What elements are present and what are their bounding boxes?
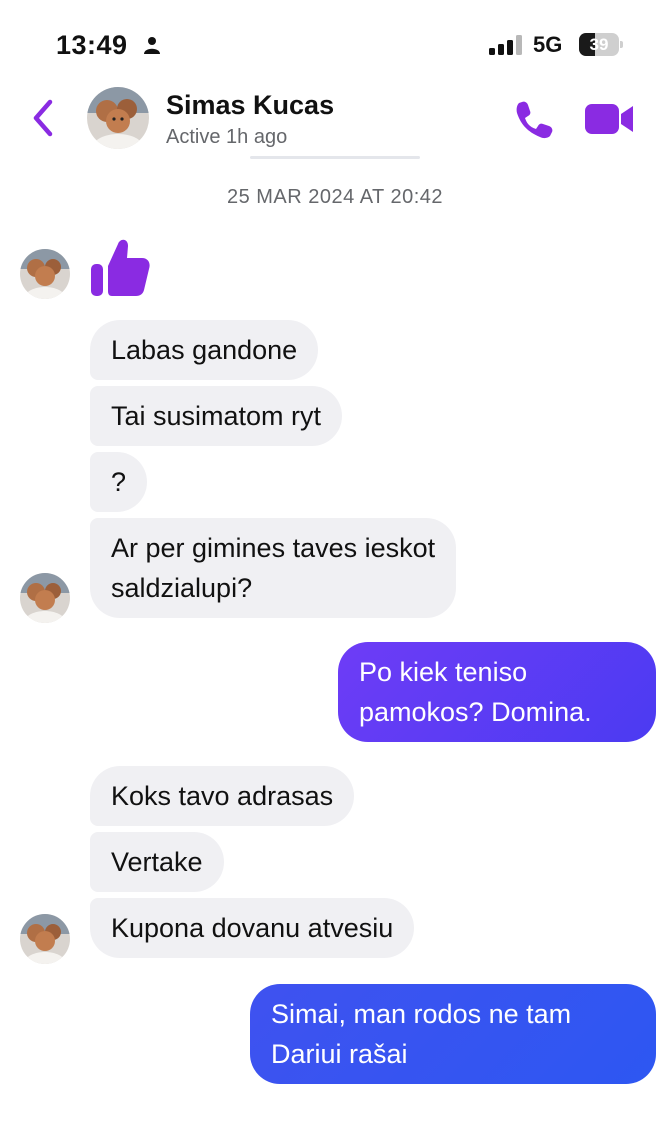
back-button[interactable] bbox=[26, 96, 60, 140]
message-text: Vertake bbox=[111, 847, 203, 877]
avatar[interactable] bbox=[87, 87, 149, 149]
contact-name[interactable]: Simas Kucas bbox=[166, 90, 334, 121]
battery-icon: 39 bbox=[579, 33, 623, 56]
avatar bbox=[20, 249, 70, 299]
message-bubble-outgoing[interactable]: Po kiek teniso pamokos? Domina. bbox=[338, 642, 656, 742]
message-text: Labas gandone bbox=[111, 335, 298, 365]
message-text: Dariui rašai bbox=[271, 1039, 408, 1069]
video-camera-icon[interactable] bbox=[585, 102, 635, 136]
message-bubble-incoming[interactable]: Tai susimatom ryt bbox=[90, 386, 343, 446]
message-text: Po kiek teniso bbox=[359, 657, 528, 687]
status-bar: 13:49 5G 39 bbox=[0, 0, 670, 80]
message-text: Kupona dovanu atvesiu bbox=[111, 913, 394, 943]
contact-status: Active 1h ago bbox=[166, 126, 288, 148]
avatar bbox=[20, 914, 70, 964]
message-bubble-incoming[interactable]: Vertake bbox=[90, 832, 224, 892]
message-bubble-incoming[interactable]: ? bbox=[90, 452, 148, 512]
message-text: Ar per gimines taves ieskot bbox=[111, 533, 436, 563]
message-bubble-incoming[interactable]: Labas gandone bbox=[90, 320, 319, 380]
message-text: pamokos? Domina. bbox=[359, 697, 592, 727]
header-divider bbox=[250, 156, 420, 159]
avatar bbox=[20, 573, 70, 623]
signal-strength-icon bbox=[489, 35, 522, 55]
network-type: 5G bbox=[533, 32, 563, 57]
message-text: ? bbox=[111, 467, 127, 497]
thumbs-up-icon[interactable] bbox=[88, 236, 152, 298]
chat-header: Simas Kucas Active 1h ago bbox=[0, 80, 670, 158]
message-bubble-incoming[interactable]: Kupona dovanu atvesiu bbox=[90, 898, 415, 958]
battery-percent: 39 bbox=[589, 35, 609, 54]
message-text: Simai, man rodos ne tam bbox=[271, 999, 572, 1029]
message-text: saldzialupi? bbox=[111, 573, 253, 603]
message-text: Tai susimatom ryt bbox=[111, 401, 322, 431]
phone-icon[interactable] bbox=[513, 98, 555, 140]
status-time: 13:49 bbox=[56, 30, 128, 60]
message-timestamp: 25 MAR 2024 AT 20:42 bbox=[226, 186, 444, 208]
person-icon bbox=[144, 37, 160, 54]
message-bubble-incoming[interactable]: Koks tavo adrasas bbox=[90, 766, 355, 826]
message-bubble-outgoing[interactable]: Simai, man rodos ne tam Dariui rašai bbox=[250, 984, 656, 1084]
message-bubble-incoming[interactable]: Ar per gimines taves ieskot saldzialupi? bbox=[90, 518, 457, 618]
message-text: Koks tavo adrasas bbox=[111, 781, 334, 811]
